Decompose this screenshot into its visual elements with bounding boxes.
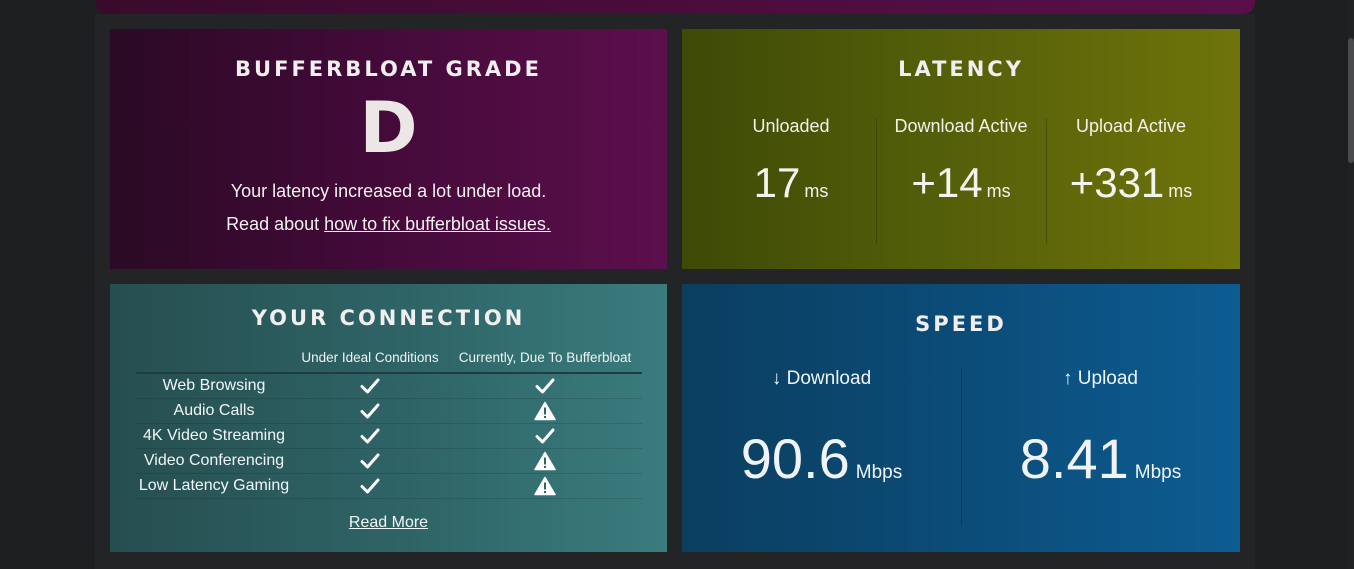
download-number: 90.6 <box>740 427 850 490</box>
connection-row: Audio Calls <box>136 398 642 424</box>
current-status <box>448 423 642 449</box>
latency-unit: ms <box>804 181 829 201</box>
upload-number: 8.41 <box>1019 427 1129 490</box>
upload-value: 8.41 Mbps <box>961 426 1240 491</box>
latency-value: +14 ms <box>876 159 1046 207</box>
download-unit: Mbps <box>855 462 903 483</box>
check-icon <box>360 402 380 419</box>
check-icon <box>360 427 380 444</box>
latency-upload-active: Upload Active +331 ms <box>1046 114 1216 244</box>
use-case-label: Low Latency Gaming <box>136 473 292 499</box>
check-icon <box>360 377 380 394</box>
page: BUFFERBLOAT GRADE D Your latency increas… <box>0 0 1354 569</box>
page-scrollbar[interactable] <box>1348 0 1354 569</box>
connection-table: Under Ideal Conditions Currently, Due To… <box>136 346 642 499</box>
ideal-status <box>292 473 448 499</box>
latency-title: LATENCY <box>898 57 1024 81</box>
latency-unit: ms <box>986 181 1011 201</box>
latency-label: Download Active <box>894 116 1028 136</box>
latency-number: 17 <box>753 159 801 206</box>
connection-row: Video Conferencing <box>136 448 642 474</box>
use-case-label: Video Conferencing <box>136 448 292 474</box>
latency-value: +331 ms <box>1046 159 1216 207</box>
check-icon <box>535 427 555 444</box>
speed-columns: ↓ Download 90.6 Mbps ↑ Upload 8.41 Mbps <box>682 368 1240 528</box>
latency-number: +331 <box>1069 159 1165 206</box>
current-conditions-header: Currently, Due To Bufferbloat <box>448 346 642 374</box>
current-status <box>448 373 642 399</box>
scrollbar-thumb[interactable] <box>1348 38 1354 163</box>
read-more-link[interactable]: Read More <box>349 514 428 531</box>
ideal-status <box>292 448 448 474</box>
read-more-wrap: Read More <box>110 514 667 532</box>
use-case-label: 4K Video Streaming <box>136 423 292 449</box>
latency-label: Upload Active <box>1075 116 1187 136</box>
use-case-label: Audio Calls <box>136 398 292 424</box>
latency-value: 17 ms <box>706 159 876 207</box>
latency-number: +14 <box>911 159 983 206</box>
speed-title: SPEED <box>915 312 1007 336</box>
warning-icon <box>534 451 556 471</box>
connection-row: Low Latency Gaming <box>136 473 642 499</box>
latency-label: Unloaded <box>752 116 830 136</box>
speed-card: SPEED ↓ Download 90.6 Mbps ↑ Upload 8.41 M… <box>682 284 1240 552</box>
top-banner <box>95 0 1255 14</box>
warning-icon <box>534 401 556 421</box>
current-status <box>448 448 642 474</box>
latency-unit: ms <box>1168 181 1193 201</box>
check-icon <box>535 377 555 394</box>
latency-download-active: Download Active +14 ms <box>876 114 1046 244</box>
your-connection-card: YOUR CONNECTION Under Ideal Conditions C… <box>110 284 667 552</box>
connection-row: 4K Video Streaming <box>136 423 642 449</box>
current-status <box>448 473 642 499</box>
fix-bufferbloat-link[interactable]: how to fix bufferbloat issues. <box>324 214 551 234</box>
grade-read-line: Read about how to fix bufferbloat issues… <box>110 214 667 235</box>
ideal-status <box>292 398 448 424</box>
download-value: 90.6 Mbps <box>682 426 961 491</box>
connection-rows: Web Browsing Audio Calls 4K Video Streamin… <box>136 373 642 499</box>
connection-title: YOUR CONNECTION <box>251 306 526 330</box>
latency-columns: Unloaded 17 ms Download Active +14 ms Uplo… <box>706 114 1216 244</box>
latency-card: LATENCY Unloaded 17 ms Download Active +1… <box>682 29 1240 269</box>
grade-read-prefix: Read about <box>226 214 325 234</box>
use-case-header <box>136 346 292 374</box>
check-icon <box>360 477 380 494</box>
connection-header-row: Under Ideal Conditions Currently, Due To… <box>136 346 642 374</box>
speed-download: ↓ Download 90.6 Mbps <box>682 368 961 528</box>
ideal-status <box>292 373 448 399</box>
grade-description: Your latency increased a lot under load. <box>230 181 547 201</box>
warning-icon <box>534 476 556 496</box>
bufferbloat-grade-card: BUFFERBLOAT GRADE D Your latency increas… <box>110 29 667 269</box>
ideal-status <box>292 423 448 449</box>
use-case-label: Web Browsing <box>136 373 292 399</box>
latency-unloaded: Unloaded 17 ms <box>706 114 876 244</box>
ideal-conditions-header: Under Ideal Conditions <box>292 346 448 374</box>
upload-unit: Mbps <box>1134 462 1182 483</box>
upload-label: ↑ Upload <box>1063 368 1138 389</box>
grade-letter: D <box>359 87 418 169</box>
speed-upload: ↑ Upload 8.41 Mbps <box>961 368 1240 528</box>
download-label: ↓ Download <box>771 368 872 389</box>
check-icon <box>360 452 380 469</box>
grade-title: BUFFERBLOAT GRADE <box>235 57 542 81</box>
current-status <box>448 398 642 424</box>
connection-row: Web Browsing <box>136 373 642 399</box>
